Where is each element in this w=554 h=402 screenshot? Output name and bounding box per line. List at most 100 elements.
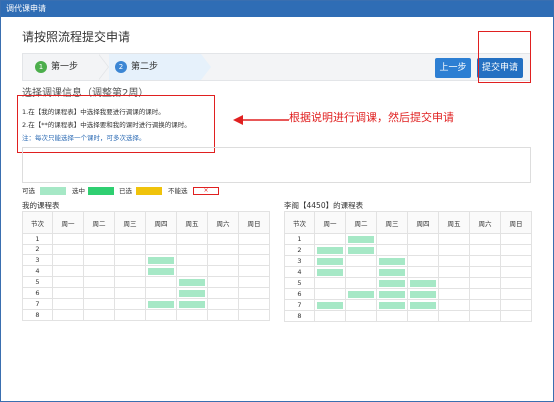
available-slot[interactable]	[317, 301, 343, 309]
schedule-cell[interactable]	[345, 255, 377, 267]
schedule-cell[interactable]	[345, 299, 377, 311]
schedule-cell[interactable]	[114, 243, 146, 256]
available-slot[interactable]	[148, 300, 174, 308]
schedule-cell[interactable]	[438, 288, 470, 300]
schedule-cell[interactable]	[207, 233, 239, 245]
schedule-cell[interactable]	[207, 243, 239, 256]
schedule-cell[interactable]	[469, 255, 501, 267]
schedule-cell[interactable]	[145, 265, 177, 278]
available-slot[interactable]	[410, 279, 436, 287]
available-slot[interactable]	[179, 278, 205, 286]
schedule-cell[interactable]	[52, 298, 84, 311]
available-slot[interactable]	[410, 301, 436, 309]
schedule-cell[interactable]	[114, 287, 146, 300]
schedule-cell[interactable]	[83, 233, 115, 245]
schedule-cell[interactable]	[114, 254, 146, 267]
schedule-cell[interactable]	[207, 309, 239, 321]
schedule-cell[interactable]	[83, 265, 115, 278]
schedule-cell[interactable]	[376, 244, 408, 256]
schedule-cell[interactable]	[176, 243, 208, 256]
available-slot[interactable]	[317, 257, 343, 265]
schedule-cell[interactable]	[52, 254, 84, 267]
schedule-cell[interactable]	[207, 254, 239, 267]
available-slot[interactable]	[317, 246, 343, 254]
available-slot[interactable]	[348, 290, 374, 298]
schedule-cell[interactable]	[145, 276, 177, 289]
schedule-cell[interactable]	[114, 309, 146, 321]
schedule-cell[interactable]	[52, 287, 84, 300]
schedule-cell[interactable]	[500, 244, 532, 256]
schedule-cell[interactable]	[376, 310, 408, 322]
schedule-cell[interactable]	[114, 233, 146, 245]
schedule-cell[interactable]	[376, 233, 408, 245]
schedule-cell[interactable]	[438, 266, 470, 278]
schedule-cell[interactable]	[145, 287, 177, 300]
schedule-cell[interactable]	[500, 310, 532, 322]
schedule-cell[interactable]	[83, 254, 115, 267]
schedule-cell[interactable]	[176, 265, 208, 278]
schedule-cell[interactable]	[407, 277, 439, 289]
available-slot[interactable]	[317, 268, 343, 276]
schedule-cell[interactable]	[500, 266, 532, 278]
schedule-cell[interactable]	[438, 299, 470, 311]
schedule-cell[interactable]	[469, 299, 501, 311]
schedule-cell[interactable]	[145, 254, 177, 267]
schedule-cell[interactable]	[238, 233, 270, 245]
schedule-cell[interactable]	[238, 254, 270, 267]
available-slot[interactable]	[348, 235, 374, 243]
schedule-cell[interactable]	[238, 265, 270, 278]
schedule-cell[interactable]	[407, 233, 439, 245]
schedule-cell[interactable]	[52, 265, 84, 278]
schedule-cell[interactable]	[345, 310, 377, 322]
schedule-cell[interactable]	[145, 309, 177, 321]
available-slot[interactable]	[179, 300, 205, 308]
schedule-cell[interactable]	[114, 298, 146, 311]
schedule-cell[interactable]	[407, 288, 439, 300]
schedule-cell[interactable]	[469, 310, 501, 322]
schedule-cell[interactable]	[407, 299, 439, 311]
schedule-cell[interactable]	[207, 287, 239, 300]
available-slot[interactable]	[379, 279, 405, 287]
schedule-cell[interactable]	[83, 243, 115, 256]
schedule-cell[interactable]	[238, 276, 270, 289]
schedule-cell[interactable]	[345, 288, 377, 300]
selection-display[interactable]	[22, 147, 531, 183]
schedule-cell[interactable]	[500, 299, 532, 311]
schedule-cell[interactable]	[376, 266, 408, 278]
schedule-cell[interactable]	[238, 243, 270, 256]
schedule-cell[interactable]	[176, 276, 208, 289]
schedule-cell[interactable]	[83, 287, 115, 300]
schedule-cell[interactable]	[407, 244, 439, 256]
schedule-cell[interactable]	[145, 298, 177, 311]
schedule-cell[interactable]	[145, 233, 177, 245]
schedule-cell[interactable]	[176, 233, 208, 245]
schedule-cell[interactable]	[469, 288, 501, 300]
schedule-cell[interactable]	[114, 265, 146, 278]
schedule-cell[interactable]	[52, 309, 84, 321]
schedule-cell[interactable]	[407, 255, 439, 267]
schedule-cell[interactable]	[207, 276, 239, 289]
schedule-cell[interactable]	[145, 243, 177, 256]
schedule-cell[interactable]	[238, 287, 270, 300]
schedule-cell[interactable]	[345, 244, 377, 256]
schedule-cell[interactable]	[345, 233, 377, 245]
schedule-cell[interactable]	[207, 265, 239, 278]
schedule-cell[interactable]	[438, 233, 470, 245]
schedule-cell[interactable]	[176, 309, 208, 321]
schedule-cell[interactable]	[176, 287, 208, 300]
available-slot[interactable]	[410, 290, 436, 298]
schedule-cell[interactable]	[314, 310, 346, 322]
schedule-cell[interactable]	[500, 255, 532, 267]
schedule-cell[interactable]	[407, 266, 439, 278]
schedule-cell[interactable]	[83, 276, 115, 289]
schedule-cell[interactable]	[176, 254, 208, 267]
schedule-cell[interactable]	[469, 277, 501, 289]
schedule-cell[interactable]	[376, 255, 408, 267]
schedule-cell[interactable]	[438, 255, 470, 267]
available-slot[interactable]	[148, 256, 174, 264]
schedule-cell[interactable]	[314, 288, 346, 300]
schedule-cell[interactable]	[83, 309, 115, 321]
schedule-cell[interactable]	[407, 310, 439, 322]
schedule-cell[interactable]	[469, 244, 501, 256]
schedule-cell[interactable]	[345, 266, 377, 278]
